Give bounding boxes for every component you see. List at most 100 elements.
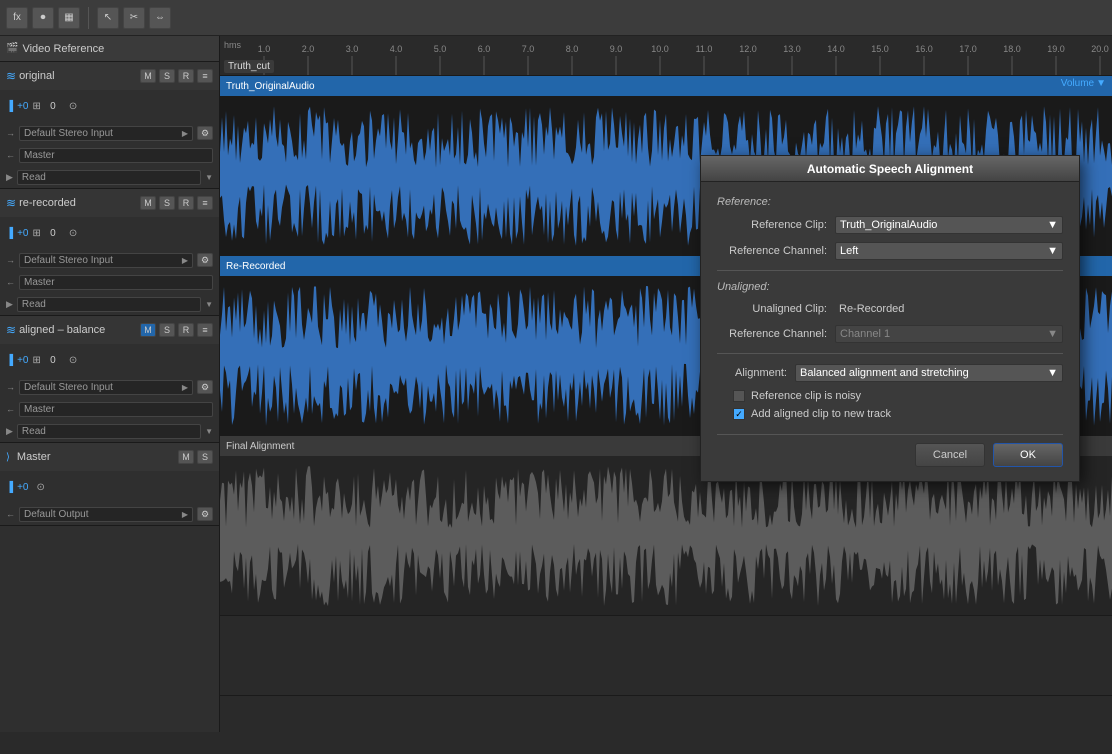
ref-clip-select[interactable]: Truth_OriginalAudio ▼ [835,216,1063,234]
track-output-original[interactable]: Master [19,148,213,163]
meter-icon-aligned: ▐ [6,355,13,366]
output-icon-original: ⊙ [69,101,77,112]
expand-arrow-rerecorded[interactable]: ▶ [6,299,13,310]
ok-button[interactable]: OK [993,443,1063,467]
track-waveform-icon-rerecorded: ≋ [6,196,16,210]
alignment-row: Alignment: Balanced alignment and stretc… [717,364,1063,382]
arrow-left-icon-original: → [6,128,15,138]
ref-channel-row: Reference Channel: Left ▼ [717,242,1063,260]
dialog-titlebar: Automatic Speech Alignment [701,156,1079,182]
unaligned-channel-select[interactable]: Channel 1 ▼ [835,325,1063,343]
svg-text:1.0: 1.0 [258,44,271,54]
unaligned-clip-value: Re-Recorded [835,301,1063,317]
fx-button[interactable]: fx [6,7,28,29]
db-control-master[interactable]: +0 [17,482,28,493]
read-dropdown-rerecorded: ▼ [205,300,213,309]
track-menu-btn-original[interactable]: ≡ [197,69,213,83]
master-header: ⟩ Master M S [0,443,219,471]
noisy-checkbox-label: Reference clip is noisy [751,390,861,402]
master-s-btn[interactable]: S [197,450,213,464]
master-m-btn[interactable]: M [178,450,194,464]
master-output[interactable]: Default Output ▶ [19,507,193,522]
slip-button[interactable]: ⇔ [149,7,171,29]
input-dropdown-arrow-rerecorded: ▶ [182,256,188,265]
track-waveform-icon-original: ≋ [6,69,16,83]
track-input-settings-rerecorded[interactable]: ⚙ [197,253,213,267]
svg-text:13.0: 13.0 [783,44,801,54]
output-icon-rerecorded: ⊙ [69,228,77,239]
svg-text:4.0: 4.0 [390,44,403,54]
svg-text:15.0: 15.0 [871,44,889,54]
noisy-checkbox[interactable] [733,390,745,402]
slip-icon: ⇔ [155,12,165,23]
expand-arrow-original[interactable]: ▶ [6,172,13,183]
meter-icon-master: ▐ [6,482,13,493]
ref-channel-value: Left [840,245,858,257]
track-input-original[interactable]: Default Stereo Input ▶ [19,126,193,141]
pan-value-original: 0 [45,101,61,112]
unaligned-channel-row: Reference Channel: Channel 1 ▼ [717,325,1063,343]
cursor-button[interactable]: ↖ [97,7,119,29]
volume-badge-original[interactable]: Volume ▼ [1061,78,1106,89]
track-m-btn-aligned[interactable]: M [140,323,156,337]
track-read-select-aligned[interactable]: Read [17,424,201,439]
track-controls-aligned: ▐ +0 ⊞ 0 ⊙ [0,344,219,376]
add-track-checkbox[interactable]: ✓ [733,408,745,420]
db-control-rerecorded[interactable]: +0 [17,228,28,239]
track-input-settings-original[interactable]: ⚙ [197,126,213,140]
clip-name-original: Truth_OriginalAudio [226,81,315,92]
svg-text:18.0: 18.0 [1003,44,1021,54]
track-m-btn-rerecorded[interactable]: M [140,196,156,210]
track-read-select-rerecorded[interactable]: Read [17,297,201,312]
reference-section-label: Reference: [717,196,1063,208]
track-header-rerecorded: ≋ re-recorded M S R ≡ [0,189,219,217]
expand-arrow-aligned[interactable]: ▶ [6,426,13,437]
track-name-original: original [19,70,137,82]
db-control-original[interactable]: +0 [17,101,28,112]
master-settings-btn[interactable]: ⚙ [197,507,213,521]
track-input-settings-aligned[interactable]: ⚙ [197,380,213,394]
track-r-btn-rerecorded[interactable]: R [178,196,194,210]
unaligned-channel-dropdown-arrow: ▼ [1047,328,1058,340]
track-r-btn-aligned[interactable]: R [178,323,194,337]
track-read-select-original[interactable]: Read [17,170,201,185]
track-s-btn-aligned[interactable]: S [159,323,175,337]
track-output-aligned[interactable]: Master [19,402,213,417]
cancel-button[interactable]: Cancel [915,443,985,467]
track-s-btn-original[interactable]: S [159,69,175,83]
ref-channel-dropdown-arrow: ▼ [1047,245,1058,257]
track-s-btn-rerecorded[interactable]: S [159,196,175,210]
meter-button[interactable]: ▦ [58,7,80,29]
track-section-original: ≋ original M S R ≡ ▐ +0 ⊞ 0 ⊙ → Default … [0,62,219,189]
razor-button[interactable]: ✂ [123,7,145,29]
track-output-rerecorded[interactable]: Master [19,275,213,290]
ref-channel-select[interactable]: Left ▼ [835,242,1063,260]
ruler-svg: 1.0 2.0 3.0 4.0 5.0 6.0 7.0 8.0 9.0 10.0 [220,36,1112,76]
alignment-select[interactable]: Balanced alignment and stretching ▼ [795,364,1063,382]
svg-text:8.0: 8.0 [566,44,579,54]
input-dropdown-arrow-aligned: ▶ [182,383,188,392]
track-menu-btn-rerecorded[interactable]: ≡ [197,196,213,210]
video-ref-header: 🎬 Video Reference [0,36,219,62]
arrow-left-icon-aligned: → [6,382,15,392]
record-button[interactable]: ⏺ [32,7,54,29]
input-dropdown-arrow-original: ▶ [182,129,188,138]
track-input-aligned[interactable]: Default Stereo Input ▶ [19,380,193,395]
video-icon: 🎬 [6,43,18,54]
track-m-btn-original[interactable]: M [140,69,156,83]
noisy-checkbox-row: Reference clip is noisy [717,390,1063,402]
output-icon-aligned: ⊙ [69,355,77,366]
master-icon: ⟩ [6,452,10,463]
master-controls: ▐ +0 ⊙ [0,471,219,503]
ref-clip-value: Truth_OriginalAudio [840,219,937,231]
add-track-checkbox-mark: ✓ [735,409,743,420]
ref-channel-label: Reference Channel: [717,245,827,257]
db-control-aligned[interactable]: +0 [17,355,28,366]
track-input-rerecorded[interactable]: Default Stereo Input ▶ [19,253,193,268]
track-r-btn-original[interactable]: R [178,69,194,83]
dialog-divider-2 [717,353,1063,354]
unaligned-clip-label: Unaligned Clip: [717,303,827,315]
track-input-row-original: → Default Stereo Input ▶ ⚙ [0,122,219,144]
track-menu-btn-aligned[interactable]: ≡ [197,323,213,337]
svg-text:10.0: 10.0 [651,44,669,54]
